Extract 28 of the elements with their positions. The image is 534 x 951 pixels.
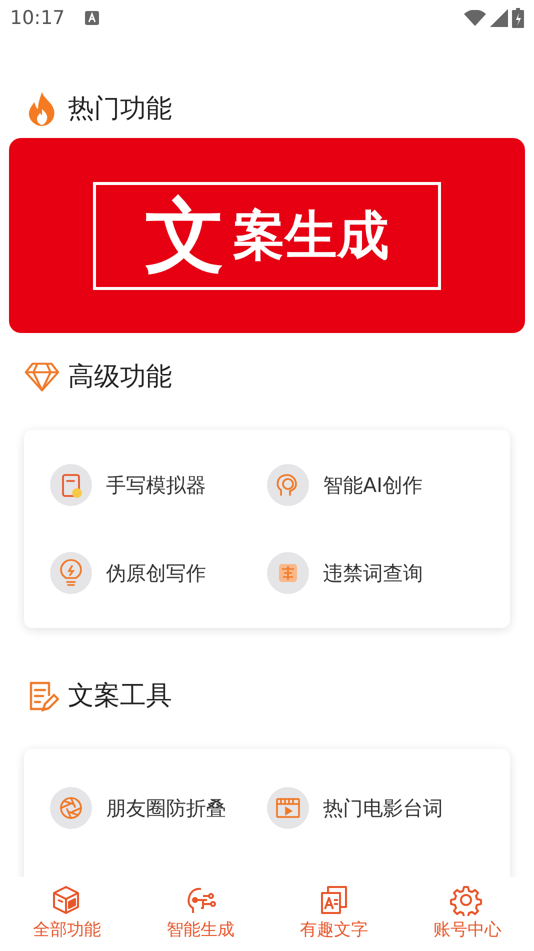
document-pin-icon — [50, 464, 92, 506]
aperture-icon — [50, 787, 92, 829]
nav-tab[interactable]: 智能生成 — [134, 877, 267, 951]
nav-tab[interactable]: 全部功能 — [0, 877, 134, 951]
feature-item[interactable]: 违禁词查询 — [267, 552, 484, 594]
nav-tab[interactable]: 账号中心 — [400, 877, 534, 951]
signal-icon — [490, 9, 508, 27]
section-title: 热门功能 — [68, 92, 172, 126]
wifi-icon — [464, 10, 486, 26]
lightbulb-icon — [50, 552, 92, 594]
diamond-icon — [24, 361, 60, 393]
video-clip-icon — [267, 787, 309, 829]
feature-item[interactable]: 智能AI创作 — [267, 464, 484, 506]
feature-item[interactable]: 伪原创写作 — [50, 552, 267, 594]
stamp-icon — [267, 552, 309, 594]
keyboard-notification-icon — [84, 11, 99, 25]
nav-tab[interactable]: 有趣文字 — [267, 877, 400, 951]
banner[interactable]: 文 案生成 — [9, 138, 525, 333]
status-time: 10:17 — [10, 6, 65, 31]
battery-icon — [512, 8, 524, 28]
banner-title-large: 文 — [145, 196, 225, 276]
section-title: 高级功能 — [68, 360, 172, 394]
feature-item[interactable]: 热门电影台词 — [267, 787, 484, 829]
settings-icon — [450, 884, 484, 916]
banner-title: 案生成 — [233, 210, 389, 262]
section-title: 文案工具 — [68, 680, 172, 712]
feature-item[interactable]: 手写模拟器 — [50, 464, 267, 506]
feature-item[interactable]: 朋友圈防折叠 — [50, 787, 267, 829]
